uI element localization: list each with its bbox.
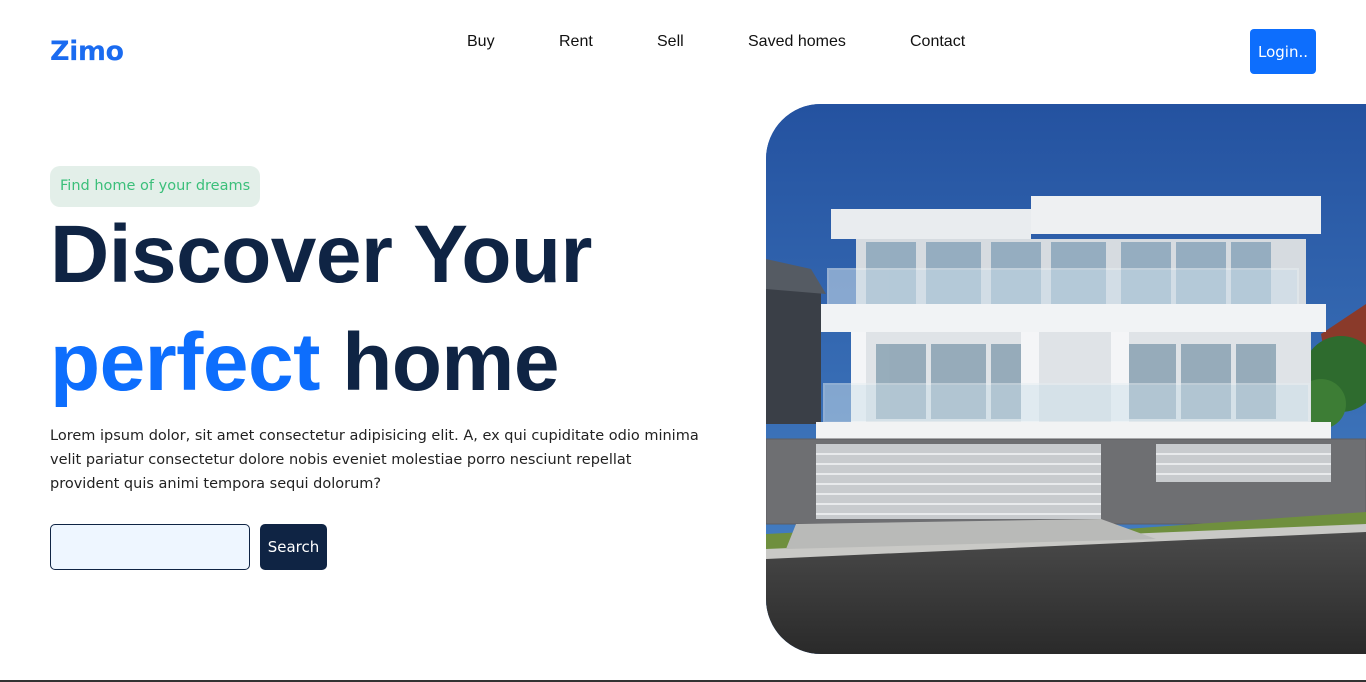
hero-description: Lorem ipsum dolor, sit amet consectetur …: [50, 428, 699, 492]
tagline-badge: Find home of your dreams: [50, 166, 261, 207]
hero-house-image: [766, 104, 1366, 654]
search-button[interactable]: Search: [260, 524, 327, 570]
nav-item-sell[interactable]: Sell: [657, 33, 684, 51]
hero-title-line1: Discover Your: [50, 209, 592, 300]
login-button[interactable]: Login..: [1250, 29, 1316, 74]
main-nav: Buy Rent Sell Saved homes Contact: [0, 33, 1366, 53]
nav-item-rent[interactable]: Rent: [559, 33, 593, 51]
nav-item-saved-homes[interactable]: Saved homes: [748, 33, 846, 51]
hero-title-accent: perfect: [50, 317, 320, 408]
hero-title-line2: perfect home: [50, 322, 559, 404]
nav-item-contact[interactable]: Contact: [910, 33, 965, 51]
nav-item-buy[interactable]: Buy: [467, 33, 495, 51]
search-input[interactable]: [50, 524, 250, 570]
hero-title-rest: home: [342, 317, 559, 408]
